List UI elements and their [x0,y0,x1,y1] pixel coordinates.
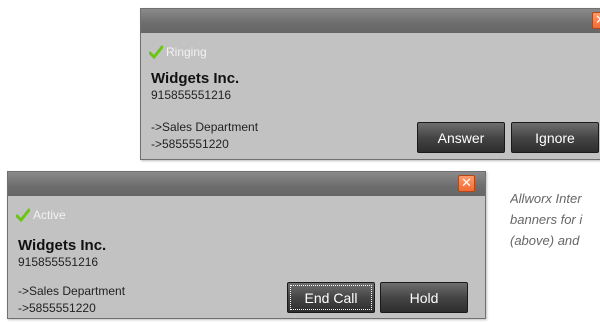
caption-line: banners for i [510,212,583,227]
call-status-label: Active [33,208,66,222]
caller-company: Widgets Inc. [18,237,107,254]
call-status-label: Ringing [166,45,207,59]
route-department: ->Sales Department [18,284,126,298]
hold-button[interactable]: Hold [380,282,468,313]
close-icon[interactable]: ✕ [592,12,600,29]
caller-number: 915855551216 [151,88,232,102]
caller-number: 915855551216 [18,255,99,269]
close-icon[interactable]: ✕ [458,175,475,192]
caption-line: (above) and [510,233,580,248]
answer-button[interactable]: Answer [417,122,505,153]
popup-titlebar[interactable] [8,172,485,196]
route-extension: ->5855551220 [151,137,229,151]
end-call-button[interactable]: End Call [287,282,375,313]
figure-caption: Allworx Inter banners for i (above) and [510,188,600,251]
call-route: ->Sales Department ->5855551220 [18,283,125,317]
call-status: Active [16,208,66,222]
route-department: ->Sales Department [151,120,259,134]
popup-titlebar[interactable] [141,9,600,33]
ringing-call-popup: ✕ Ringing Widgets Inc. 915855551216 ->Sa… [140,8,600,160]
caller-company: Widgets Inc. [151,70,240,87]
caption-line: Allworx Inter [510,191,582,206]
ignore-button[interactable]: Ignore [511,122,599,153]
route-extension: ->5855551220 [18,301,96,315]
call-status: Ringing [149,45,207,59]
active-call-popup: ✕ Active Widgets Inc. 915855551216 ->Sal… [7,171,486,319]
check-icon [16,208,30,222]
call-route: ->Sales Department ->5855551220 [151,119,258,153]
check-icon [149,45,163,59]
